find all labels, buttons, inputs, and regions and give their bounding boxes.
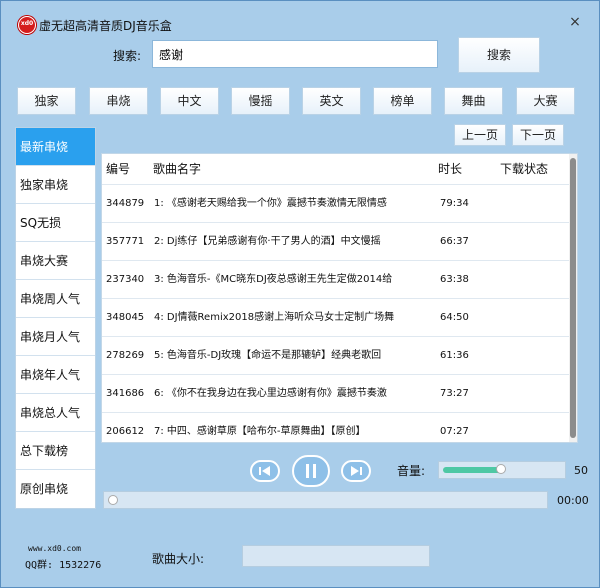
- cell-id: 341686: [106, 388, 145, 399]
- category-chinese-button[interactable]: 中文: [160, 87, 219, 115]
- progress-slider-knob[interactable]: [108, 495, 118, 505]
- table-scrollbar[interactable]: [569, 154, 577, 442]
- volume-slider[interactable]: [438, 461, 566, 479]
- prev-track-button[interactable]: [250, 460, 280, 482]
- app-logo: xd0: [18, 16, 36, 34]
- header-duration: 时长: [438, 162, 463, 176]
- cell-name: 7: 中四、感谢草原【哈布尔-草原舞曲】【原创】: [154, 426, 366, 437]
- cell-duration: 61:36: [440, 350, 469, 361]
- sidebar-item-total-popular[interactable]: 串烧总人气: [16, 394, 95, 432]
- song-size-label: 歌曲大小:: [152, 552, 205, 566]
- cell-id: 278269: [106, 350, 145, 361]
- pause-icon: [306, 464, 316, 478]
- app-title: 虚无超高清音质DJ音乐盒: [39, 19, 172, 33]
- cell-duration: 73:27: [440, 388, 469, 399]
- sidebar-item-exclusive-medley[interactable]: 独家串烧: [16, 166, 95, 204]
- table-header: 编号 歌曲名字 时长 下载状态: [102, 154, 577, 184]
- cell-duration: 07:27: [440, 426, 469, 437]
- cell-duration: 66:37: [440, 236, 469, 247]
- sidebar-item-monthly-popular[interactable]: 串烧月人气: [16, 318, 95, 356]
- sidebar-item-sq-lossless[interactable]: SQ无损: [16, 204, 95, 242]
- cell-id: 348045: [106, 312, 145, 323]
- sidebar-item-original-medley[interactable]: 原创串烧: [16, 470, 95, 508]
- prev-icon: [259, 466, 270, 476]
- cell-name: 1: 《感谢老天赐给我一个你》震撼节奏激情无限情感: [154, 198, 387, 209]
- table-row[interactable]: 348045 4: DJ情薇Remix2018感谢上海听众马女士定制广场舞 64…: [102, 298, 569, 337]
- sidebar-item-medley-contest[interactable]: 串烧大赛: [16, 242, 95, 280]
- search-label: 搜索:: [113, 49, 142, 63]
- cell-id: 237340: [106, 274, 145, 285]
- time-display: 00:00: [557, 494, 589, 507]
- volume-fill: [443, 467, 502, 473]
- next-track-button[interactable]: [341, 460, 371, 482]
- cell-name: 4: DJ情薇Remix2018感谢上海听众马女士定制广场舞: [154, 312, 395, 323]
- close-icon[interactable]: ×: [568, 15, 582, 29]
- prev-page-button[interactable]: 上一页: [454, 124, 506, 146]
- volume-label: 音量:: [397, 464, 426, 478]
- logo-text: xd0: [20, 20, 34, 27]
- app-window: xd0 虚无超高清音质DJ音乐盒 × 搜索: 搜索 独家 串烧 中文 慢摇 英文…: [0, 0, 600, 588]
- header-id: 编号: [106, 162, 131, 176]
- volume-value: 50: [574, 464, 588, 477]
- category-chart-button[interactable]: 榜单: [373, 87, 432, 115]
- pause-button[interactable]: [292, 455, 330, 487]
- header-name: 歌曲名字: [153, 162, 202, 176]
- table-row[interactable]: 206612 7: 中四、感谢草原【哈布尔-草原舞曲】【原创】 07:27: [102, 412, 569, 442]
- qq-group: QQ群: 1532276: [25, 560, 102, 571]
- category-contest-button[interactable]: 大赛: [516, 87, 575, 115]
- sidebar-item-latest-medley[interactable]: 最新串烧: [16, 128, 95, 166]
- cell-duration: 79:34: [440, 198, 469, 209]
- site-url: www.xd0.com: [28, 544, 81, 553]
- cell-id: 344879: [106, 198, 145, 209]
- cell-duration: 63:38: [440, 274, 469, 285]
- sidebar-item-yearly-popular[interactable]: 串烧年人气: [16, 356, 95, 394]
- cell-name: 6: 《你不在我身边在我心里边感谢有你》震撼节奏激: [154, 388, 387, 399]
- table-row[interactable]: 237340 3: 色海音乐-《MC晓东DJ夜总感谢王先生定做2014给 63:…: [102, 260, 569, 299]
- cell-name: 2: Dj练仔【兄弟感谢有你·干了男人的酒】中文慢摇: [154, 236, 381, 247]
- cell-id: 206612: [106, 426, 145, 437]
- category-slow-shake-button[interactable]: 慢摇: [231, 87, 290, 115]
- search-input[interactable]: [152, 40, 438, 68]
- table-row[interactable]: 278269 5: 色海音乐-DJ玫瑰【命运不是那辘轳】经典老歌回 61:36: [102, 336, 569, 375]
- cell-id: 357771: [106, 236, 145, 247]
- cell-name: 3: 色海音乐-《MC晓东DJ夜总感谢王先生定做2014给: [154, 274, 393, 285]
- table-row[interactable]: 357771 2: Dj练仔【兄弟感谢有你·干了男人的酒】中文慢摇 66:37: [102, 222, 569, 261]
- table-row[interactable]: 341686 6: 《你不在我身边在我心里边感谢有你》震撼节奏激 73:27: [102, 374, 569, 413]
- category-english-button[interactable]: 英文: [302, 87, 361, 115]
- next-page-button[interactable]: 下一页: [512, 124, 564, 146]
- song-size-field: [242, 545, 430, 567]
- scrollbar-thumb[interactable]: [570, 158, 576, 438]
- category-exclusive-button[interactable]: 独家: [17, 87, 76, 115]
- song-table: 编号 歌曲名字 时长 下载状态 344879 1: 《感谢老天赐给我一个你》震撼…: [101, 153, 578, 443]
- search-button[interactable]: 搜索: [458, 37, 540, 73]
- sidebar-item-weekly-popular[interactable]: 串烧周人气: [16, 280, 95, 318]
- cell-name: 5: 色海音乐-DJ玫瑰【命运不是那辘轳】经典老歌回: [154, 350, 382, 361]
- table-row[interactable]: 344879 1: 《感谢老天赐给我一个你》震撼节奏激情无限情感 79:34: [102, 184, 569, 223]
- cell-duration: 64:50: [440, 312, 469, 323]
- category-dance-button[interactable]: 舞曲: [444, 87, 503, 115]
- volume-slider-knob[interactable]: [496, 464, 506, 474]
- header-status: 下载状态: [500, 162, 549, 176]
- sidebar: 最新串烧 独家串烧 SQ无损 串烧大赛 串烧周人气 串烧月人气 串烧年人气 串烧…: [15, 127, 96, 509]
- next-icon: [351, 466, 362, 476]
- progress-slider[interactable]: [103, 491, 548, 509]
- sidebar-item-download-chart[interactable]: 总下载榜: [16, 432, 95, 470]
- category-medley-button[interactable]: 串烧: [89, 87, 148, 115]
- title-bar: xd0 虚无超高清音质DJ音乐盒 ×: [1, 1, 599, 35]
